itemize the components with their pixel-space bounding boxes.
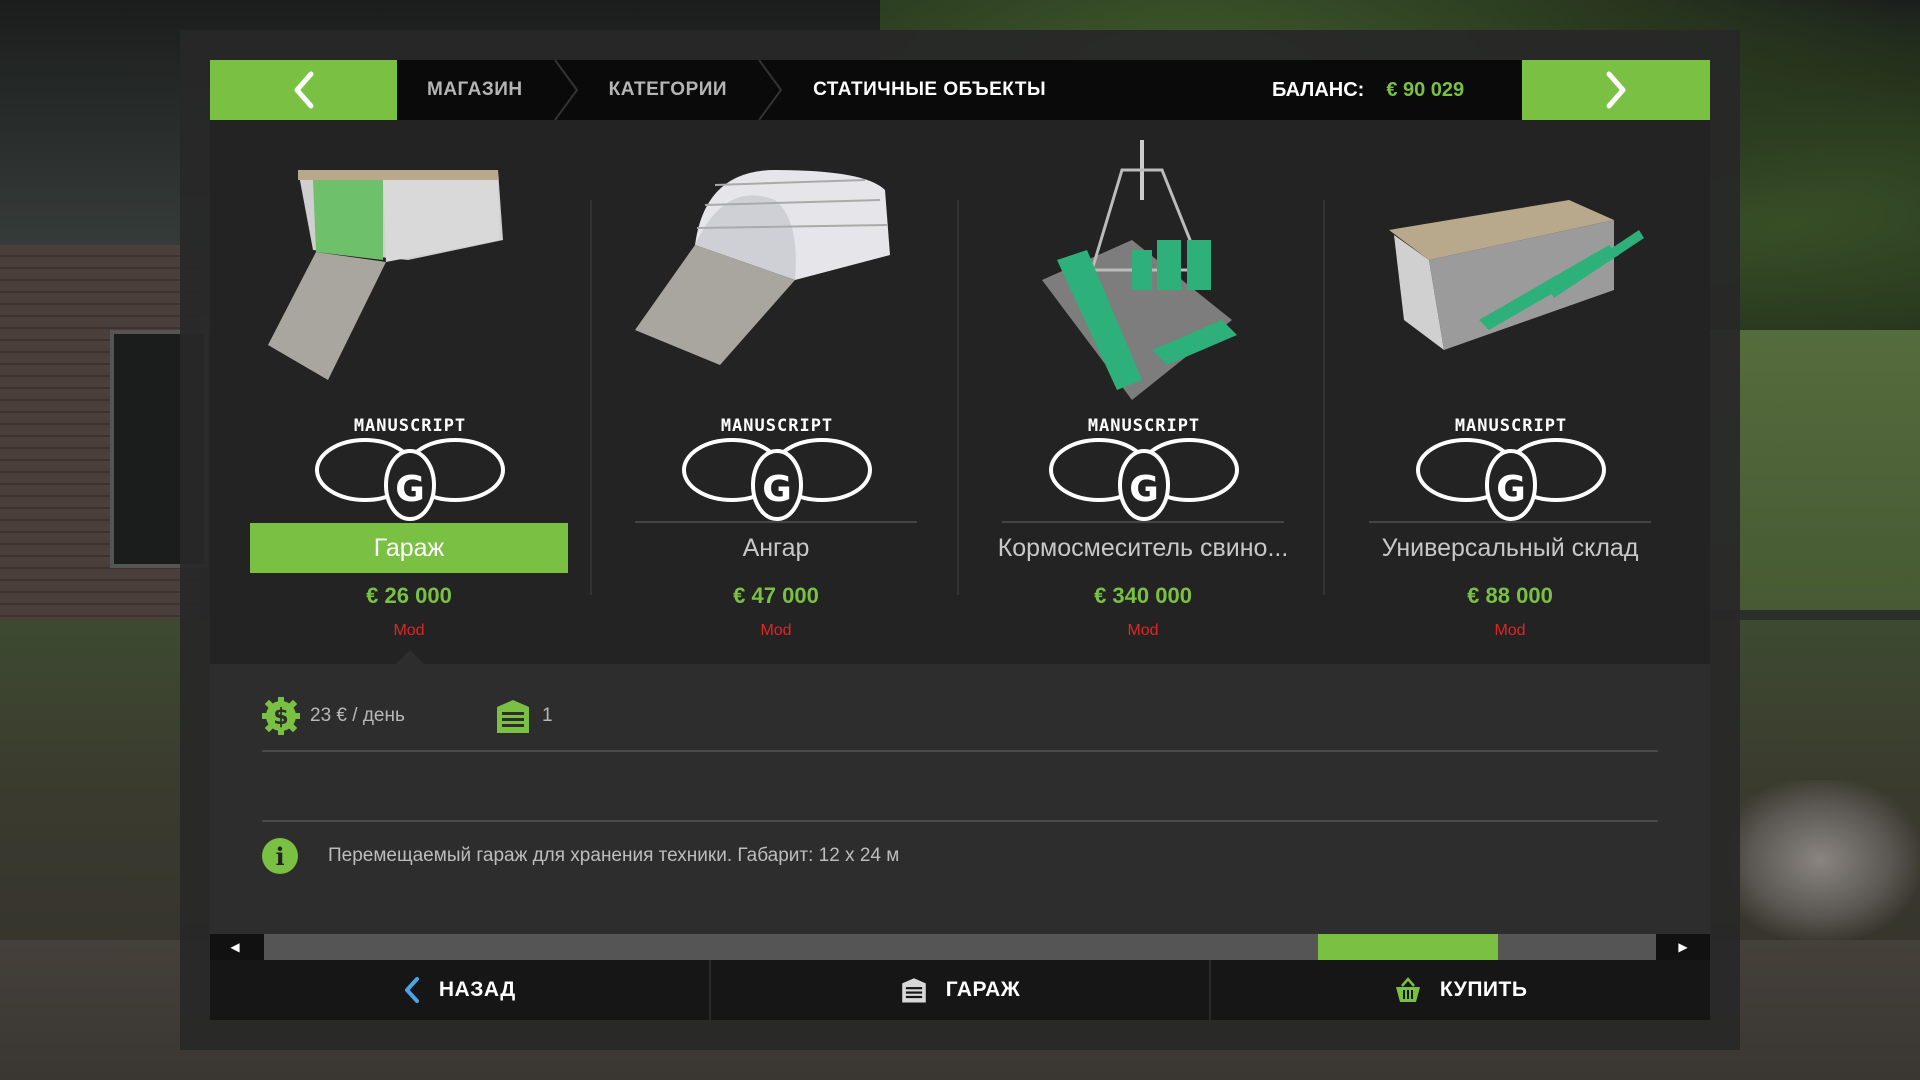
back-button[interactable]: НАЗАД	[210, 960, 711, 1020]
shop-item-card[interactable]: MANUSCRIPT G Универсальный склад € 88 00…	[1351, 140, 1669, 650]
warehouse-image	[1389, 200, 1644, 350]
svg-text:MANUSCRIPT: MANUSCRIPT	[721, 416, 833, 436]
next-page-button[interactable]	[1522, 60, 1710, 120]
svg-text:MANUSCRIPT: MANUSCRIPT	[1455, 416, 1567, 436]
garage-button-label: ГАРАЖ	[945, 978, 1021, 1001]
breadcrumb-shop[interactable]: МАГАЗИН	[397, 60, 553, 120]
garage-icon	[497, 700, 529, 733]
mod-tag: Mod	[1494, 622, 1526, 639]
item-details	[210, 664, 1710, 934]
item-price: € 340 000	[1094, 583, 1192, 608]
breadcrumb-separator	[758, 60, 783, 120]
balance: БАЛАНС: € 90 029	[1272, 60, 1464, 120]
shop-item-card[interactable]: MANUSCRIPT G Ангар € 47 000 Mod	[617, 140, 935, 650]
item-name: Гараж	[250, 523, 568, 573]
back-button-label: НАЗАД	[438, 978, 516, 1001]
basket-icon	[1395, 977, 1420, 1002]
shop-item-card[interactable]: MANUSCRIPT G Гараж € 26 000 Mod	[250, 140, 568, 650]
info-icon: i	[262, 838, 298, 874]
bottom-action-bar: НАЗАД ГАРАЖ КУПИТЬ	[210, 960, 1710, 1020]
item-price: € 88 000	[1467, 583, 1553, 608]
details-divider	[262, 750, 1658, 752]
garage-image	[268, 170, 503, 380]
manuscript-logo: MANUSCRIPT G	[1416, 416, 1606, 521]
description-text: Перемещаемый гараж для хранения техники.…	[328, 845, 900, 866]
mod-tag: Mod	[760, 622, 792, 639]
selection-pointer	[396, 650, 424, 664]
mod-tag: Mod	[1127, 622, 1159, 639]
svg-text:MANUSCRIPT: MANUSCRIPT	[354, 416, 466, 436]
card-divider	[1323, 200, 1325, 595]
manuscript-logo: MANUSCRIPT G	[315, 416, 505, 521]
capacity-value: 1	[542, 705, 553, 726]
capacity-stat: 1	[494, 697, 553, 735]
item-name: Кормосмеситель свино...	[997, 533, 1289, 562]
buy-button-label: КУПИТЬ	[1439, 978, 1528, 1001]
svg-text:G: G	[1496, 469, 1526, 510]
upkeep-stat: $ 23 € / день	[262, 697, 405, 735]
chevron-right-icon	[1606, 71, 1626, 109]
garage-icon	[901, 978, 926, 1003]
details-divider	[262, 820, 1658, 822]
card-divider	[590, 200, 592, 595]
card-divider	[957, 200, 959, 595]
hangar-image	[635, 170, 890, 365]
balance-value: € 90 029	[1386, 78, 1465, 101]
garage-button[interactable]: ГАРАЖ	[711, 960, 1212, 1020]
scroll-right-icon[interactable]: ▶	[1670, 934, 1696, 960]
previous-page-button[interactable]	[210, 60, 397, 120]
breadcrumb-separator	[553, 60, 578, 120]
breadcrumb-static-objects: СТАТИЧНЫЕ ОБЪЕКТЫ	[813, 79, 1047, 100]
feed-mixer-image	[1042, 140, 1237, 400]
dollar-gear-icon: $	[262, 697, 300, 735]
svg-text:MANUSCRIPT: MANUSCRIPT	[1088, 416, 1200, 436]
manuscript-logo: MANUSCRIPT G	[1049, 416, 1239, 521]
item-price: € 26 000	[366, 583, 452, 608]
rubble	[1720, 780, 1920, 940]
chevron-left-icon	[404, 977, 419, 1003]
chevron-left-icon	[294, 71, 313, 109]
item-name: Универсальный склад	[1381, 533, 1639, 562]
scroll-left-icon[interactable]: ◀	[222, 934, 248, 960]
balance-label: БАЛАНС:	[1272, 78, 1365, 101]
svg-text:G: G	[762, 469, 792, 510]
shop-item-card[interactable]: MANUSCRIPT G Кормосмеситель свино... € 3…	[984, 140, 1302, 650]
item-description: i Перемещаемый гараж для хранения техник…	[262, 838, 899, 874]
svg-text:G: G	[395, 469, 425, 510]
svg-text:G: G	[1129, 469, 1159, 510]
breadcrumb: МАГАЗИН КАТЕГОРИИ СТАТИЧНЫЕ ОБЪЕКТЫ	[397, 60, 1076, 120]
mod-tag: Mod	[393, 622, 425, 639]
svg-text:$: $	[273, 705, 288, 730]
breadcrumb-categories[interactable]: КАТЕГОРИИ	[579, 60, 757, 120]
scrollbar-thumb[interactable]	[1318, 934, 1499, 960]
item-name: Ангар	[742, 533, 810, 562]
item-price: € 47 000	[733, 583, 819, 608]
upkeep-value: 23 € / день	[310, 705, 405, 726]
buy-button[interactable]: КУПИТЬ	[1211, 960, 1710, 1020]
manuscript-logo: MANUSCRIPT G	[682, 416, 872, 521]
